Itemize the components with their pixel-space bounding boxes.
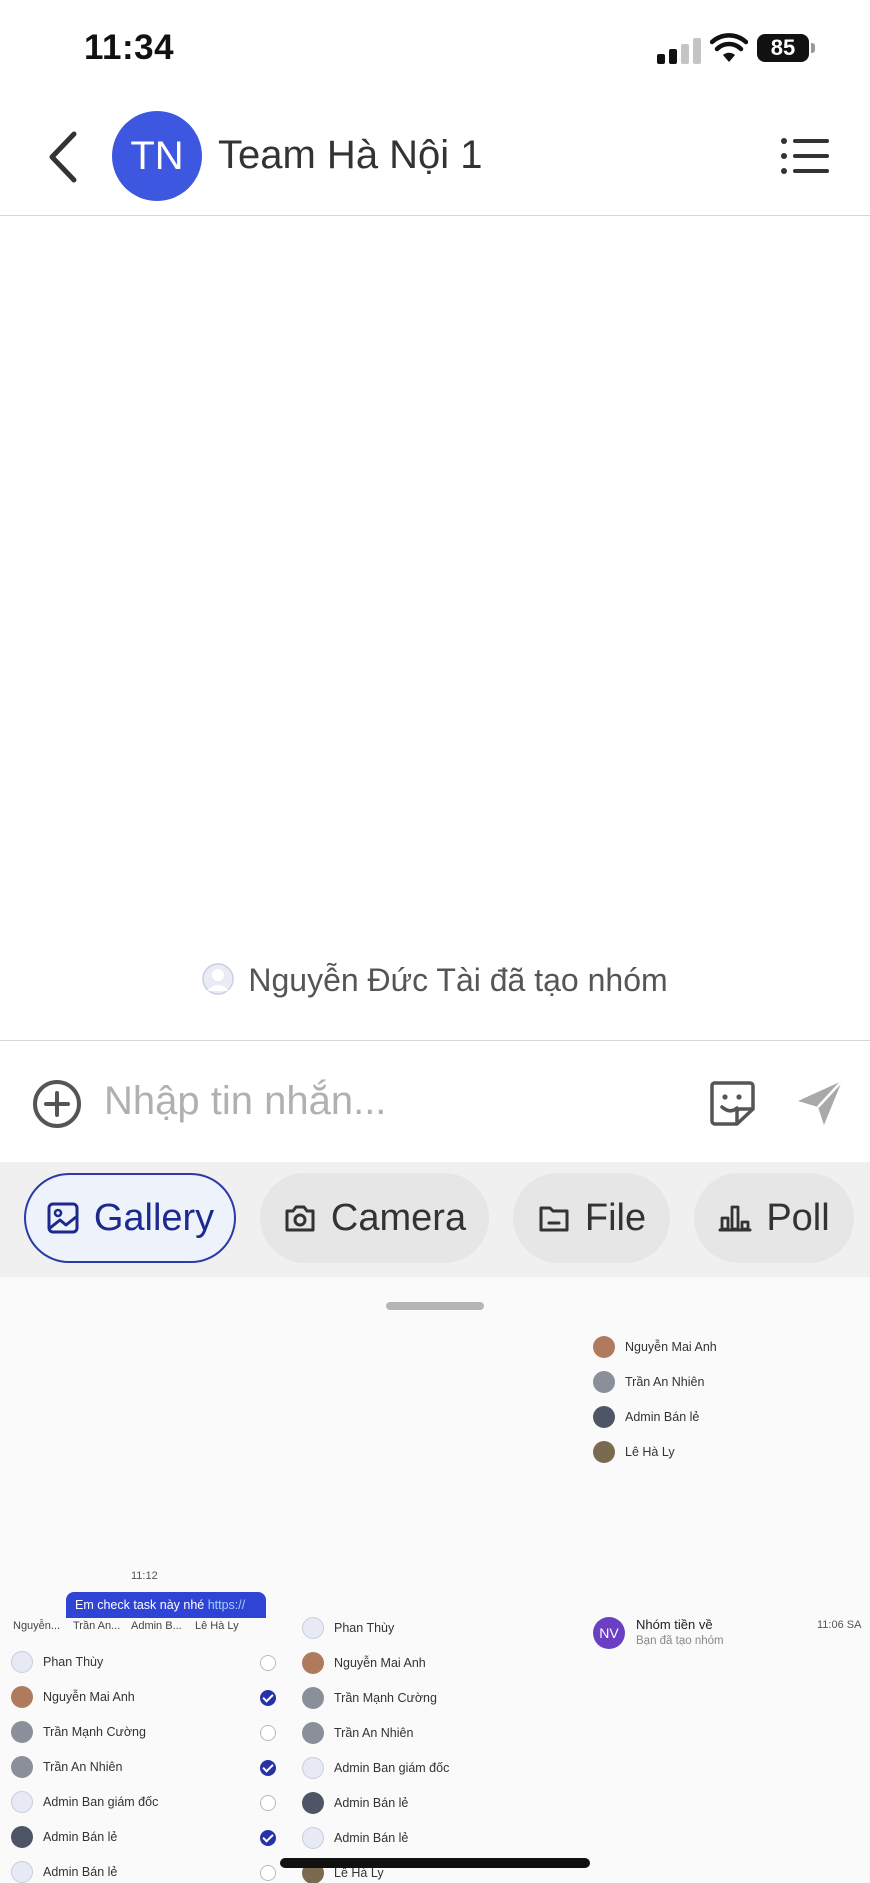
chevron-left-icon[interactable]: [40, 128, 86, 186]
member-name: Admin Bán lẻ: [334, 1831, 409, 1845]
gallery-photo-4[interactable]: NV Nhóm tiền về Bạn đã tạo nhóm 11:06 SA: [585, 1617, 870, 1883]
avatar: [11, 1756, 33, 1778]
group-avatar[interactable]: TN: [112, 111, 202, 201]
conversation-preview: Bạn đã tạo nhóm: [636, 1635, 724, 1647]
file-tab[interactable]: File: [513, 1173, 670, 1263]
member-name: Phan Thùy: [334, 1621, 395, 1635]
avatar: [593, 1336, 615, 1358]
avatar: [302, 1827, 324, 1849]
gallery-photo-2[interactable]: 11:12 Em check task này nhé https:// Ngu…: [0, 1567, 290, 1883]
message-input[interactable]: [104, 1069, 674, 1133]
gallery-tab[interactable]: Gallery: [24, 1173, 236, 1263]
member-name: Phan Thùy: [43, 1655, 104, 1669]
member-name: Admin Bán lẻ: [43, 1830, 118, 1844]
message-bubble: Em check task này nhé https://: [66, 1592, 266, 1618]
member-name: Admin Bán lẻ: [625, 1410, 700, 1424]
battery-icon: 85: [757, 34, 815, 62]
avatar: [11, 1861, 33, 1883]
conversation-time: 11:06 SA: [817, 1619, 862, 1631]
wifi-icon: [710, 33, 748, 62]
message-time: 11:12: [131, 1570, 158, 1582]
avatar: [11, 1826, 33, 1848]
avatar: [11, 1651, 33, 1673]
member-name: Nguyễn Mai Anh: [334, 1656, 426, 1670]
send-icon[interactable]: [794, 1077, 846, 1129]
member-name: Lê Hà Ly: [625, 1445, 675, 1459]
drag-handle[interactable]: [386, 1302, 484, 1310]
conversation-title: Nhóm tiền về: [636, 1617, 713, 1632]
status-time: 11:34: [84, 28, 175, 67]
checkbox: [260, 1865, 276, 1881]
member-name: Trần An Nhiên: [334, 1726, 414, 1740]
system-message: Nguyễn Đức Tài đã tạo nhóm: [0, 962, 870, 999]
member-name: Nguyễn Mai Anh: [625, 1340, 717, 1354]
checkbox: [260, 1760, 276, 1776]
avatar: [302, 1617, 324, 1639]
avatar: [302, 1687, 324, 1709]
member-name: Lê Hà Ly: [334, 1866, 384, 1880]
member-label: Nguyễn...: [13, 1620, 61, 1632]
gallery-label: Gallery: [93, 1196, 215, 1239]
checkbox: [260, 1795, 276, 1811]
checkbox: [260, 1655, 276, 1671]
gallery-panel: Nguyễn Mai Anh Trần An Nhiên Admin Bán l…: [0, 1277, 870, 1883]
system-message-text: Nguyễn Đức Tài đã tạo nhóm: [248, 962, 668, 998]
member-name: Admin Bán lẻ: [334, 1796, 409, 1810]
member-name: Nguyễn Mai Anh: [43, 1690, 135, 1704]
sticker-icon[interactable]: [706, 1077, 758, 1129]
battery-level: 85: [757, 34, 809, 62]
image-icon: [47, 1202, 79, 1234]
attachment-bar: Gallery Camera File Poll: [0, 1162, 870, 1277]
avatar: NV: [593, 1617, 625, 1649]
member-label: Lê Hà Ly: [195, 1620, 239, 1632]
member-name: Trần Mạnh Cường: [43, 1725, 146, 1739]
poll-tab[interactable]: Poll: [694, 1173, 854, 1263]
list-icon[interactable]: [780, 136, 830, 176]
chat-header: TN Team Hà Nội 1: [0, 98, 870, 216]
avatar: [593, 1371, 615, 1393]
avatar: [593, 1406, 615, 1428]
gallery-photo-1[interactable]: Nguyễn Mai Anh Trần An Nhiên Admin Bán l…: [585, 1327, 865, 1547]
home-indicator[interactable]: [280, 1858, 590, 1868]
camera-tab[interactable]: Camera: [260, 1173, 489, 1263]
member-label: Trần An...: [73, 1620, 121, 1632]
avatar: [302, 1722, 324, 1744]
user-placeholder-icon: [202, 963, 235, 995]
member-name: Trần An Nhiên: [625, 1375, 705, 1389]
avatar: [302, 1652, 324, 1674]
avatar: [11, 1791, 33, 1813]
member-name: Trần Mạnh Cường: [334, 1691, 437, 1705]
member-name: Admin Ban giám đốc: [43, 1795, 159, 1809]
gallery-photo-3[interactable]: Phan Thùy Nguyễn Mai Anh Trần Mạnh Cường…: [295, 1617, 580, 1883]
avatar: [302, 1757, 324, 1779]
member-name: Admin Bán lẻ: [43, 1865, 118, 1879]
member-name: Admin Ban giám đốc: [334, 1761, 450, 1775]
avatar: [593, 1441, 615, 1463]
message-composer: [0, 1040, 870, 1162]
folder-icon: [539, 1206, 569, 1232]
poll-label: Poll: [766, 1196, 830, 1239]
avatar: [302, 1792, 324, 1814]
group-title[interactable]: Team Hà Nội 1: [218, 133, 483, 178]
avatar: [11, 1686, 33, 1708]
poll-icon: [718, 1205, 752, 1232]
cellular-signal-icon: [657, 38, 701, 64]
member-name: Trần An Nhiên: [43, 1760, 123, 1774]
status-bar: 11:34 85: [0, 0, 870, 98]
avatar: [11, 1721, 33, 1743]
camera-label: Camera: [330, 1196, 467, 1239]
message-list[interactable]: Nguyễn Đức Tài đã tạo nhóm: [0, 217, 870, 1040]
camera-icon: [285, 1205, 315, 1232]
checkbox: [260, 1830, 276, 1846]
member-label: Admin B...: [131, 1620, 182, 1632]
plus-circle-icon[interactable]: [32, 1079, 82, 1129]
file-label: File: [584, 1196, 647, 1239]
checkbox: [260, 1690, 276, 1706]
checkbox: [260, 1725, 276, 1741]
